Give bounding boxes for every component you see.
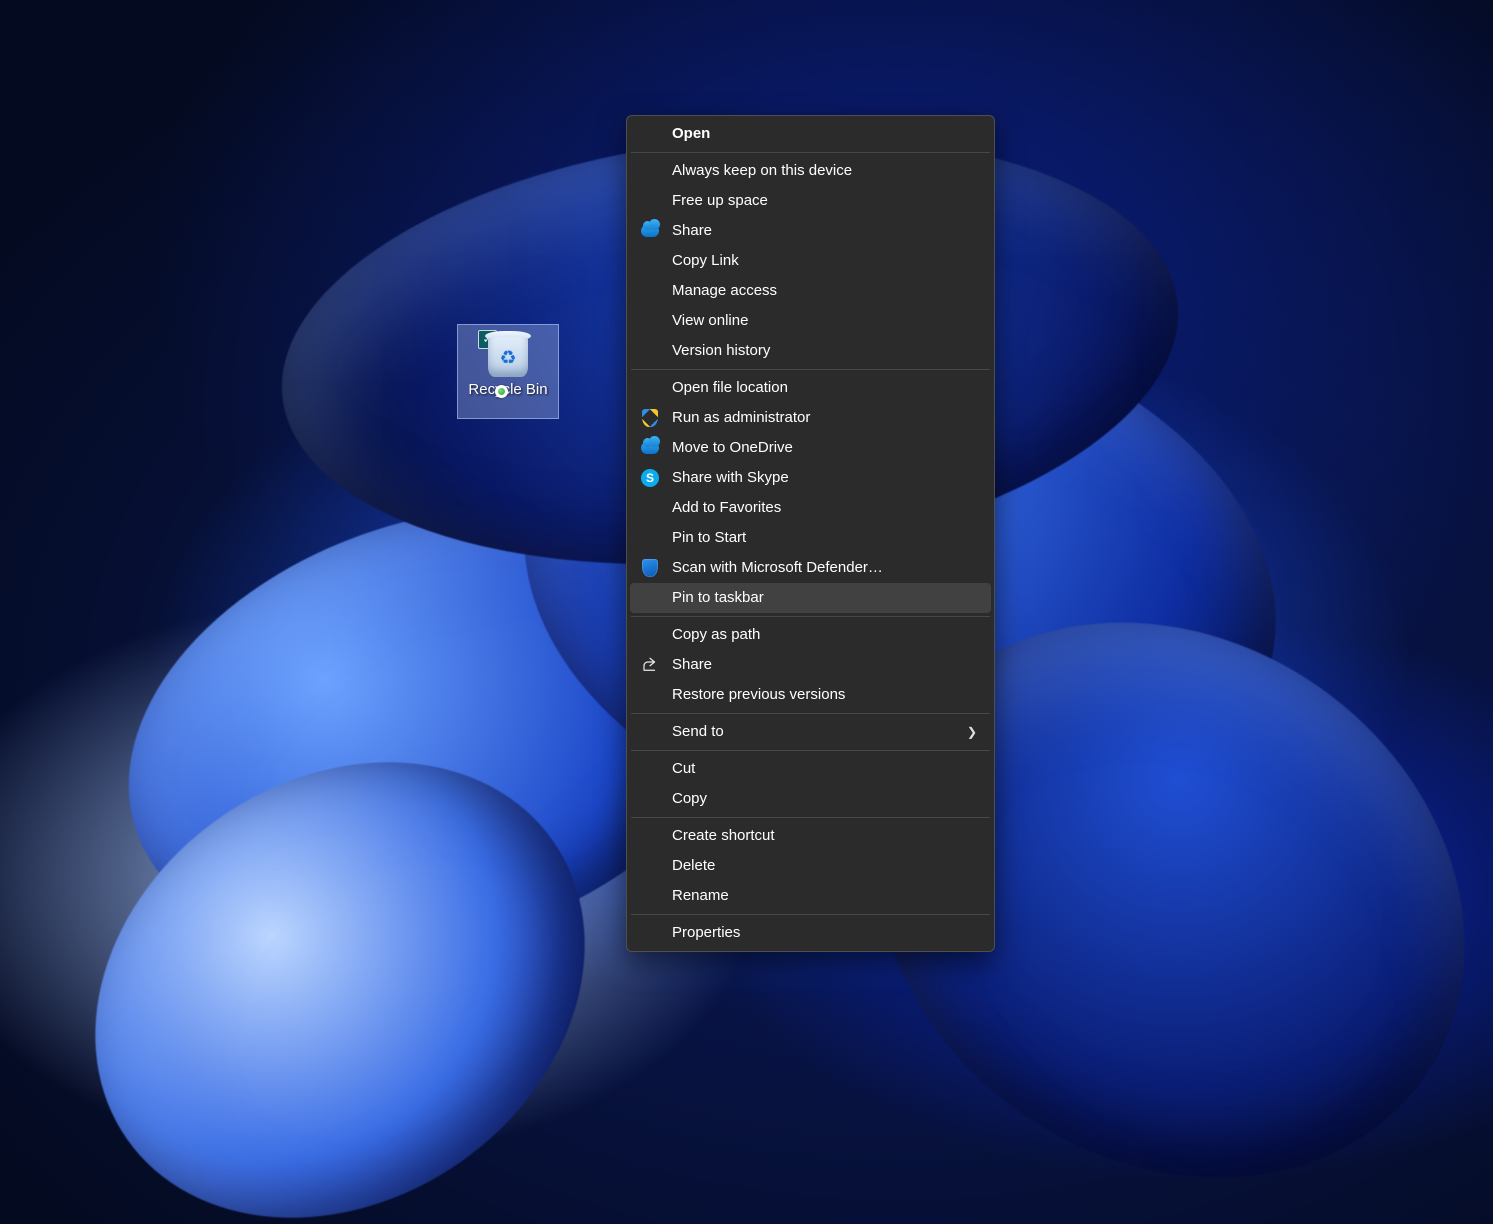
menu-item-label: Copy	[672, 790, 707, 807]
menu-item-create-shortcut[interactable]: Create shortcut	[630, 821, 991, 851]
menu-item-move-to-onedrive[interactable]: Move to OneDrive	[630, 433, 991, 463]
desktop-icon-recycle-bin[interactable]: ✓ ♻ Recycle Bin	[457, 324, 559, 419]
menu-item-label: Run as administrator	[672, 409, 810, 426]
menu-item-onedrive-share[interactable]: Share	[630, 216, 991, 246]
menu-item-label: Free up space	[672, 192, 768, 209]
menu-separator	[631, 152, 990, 153]
menu-item-label: Move to OneDrive	[672, 439, 793, 456]
sync-status-icon	[495, 385, 508, 398]
menu-item-label: Pin to Start	[672, 529, 746, 546]
chevron-right-icon: ❯	[967, 717, 977, 747]
menu-item-label: Create shortcut	[672, 827, 775, 844]
menu-item-label: Always keep on this device	[672, 162, 852, 179]
menu-item-label: Copy Link	[672, 252, 739, 269]
menu-item-label: Cut	[672, 760, 695, 777]
share-icon	[640, 655, 660, 675]
menu-item-version-history[interactable]: Version history	[630, 336, 991, 366]
menu-item-add-to-favorites[interactable]: Add to Favorites	[630, 493, 991, 523]
menu-separator	[631, 817, 990, 818]
menu-item-scan-with-defender[interactable]: Scan with Microsoft Defender…	[630, 553, 991, 583]
menu-item-label: Copy as path	[672, 626, 760, 643]
recycle-bin-icon: ♻	[482, 327, 534, 379]
menu-item-label: Share	[672, 656, 712, 673]
menu-separator	[631, 713, 990, 714]
menu-item-label: Rename	[672, 887, 729, 904]
skype-icon: S	[640, 468, 660, 488]
onedrive-cloud-icon	[640, 438, 660, 458]
onedrive-cloud-icon	[640, 221, 660, 241]
menu-item-label: View online	[672, 312, 748, 329]
defender-shield-icon	[640, 558, 660, 578]
menu-item-label: Delete	[672, 857, 715, 874]
menu-item-label: Restore previous versions	[672, 686, 845, 703]
menu-item-pin-to-taskbar[interactable]: Pin to taskbar	[630, 583, 991, 613]
uac-shield-icon	[640, 408, 660, 428]
menu-item-pin-to-start[interactable]: Pin to Start	[630, 523, 991, 553]
menu-item-label: Add to Favorites	[672, 499, 781, 516]
menu-item-share[interactable]: Share	[630, 650, 991, 680]
menu-item-delete[interactable]: Delete	[630, 851, 991, 881]
menu-item-label: Properties	[672, 924, 740, 941]
menu-item-share-with-skype[interactable]: S Share with Skype	[630, 463, 991, 493]
menu-item-view-online[interactable]: View online	[630, 306, 991, 336]
menu-item-label: Scan with Microsoft Defender…	[672, 559, 883, 576]
menu-item-copy[interactable]: Copy	[630, 784, 991, 814]
menu-separator	[631, 369, 990, 370]
menu-separator	[631, 914, 990, 915]
menu-item-label: Version history	[672, 342, 770, 359]
menu-separator	[631, 750, 990, 751]
menu-item-rename[interactable]: Rename	[630, 881, 991, 911]
menu-item-label: Share with Skype	[672, 469, 789, 486]
menu-item-copy-link[interactable]: Copy Link	[630, 246, 991, 276]
menu-item-manage-access[interactable]: Manage access	[630, 276, 991, 306]
menu-item-copy-as-path[interactable]: Copy as path	[630, 620, 991, 650]
menu-item-cut[interactable]: Cut	[630, 754, 991, 784]
menu-item-send-to[interactable]: Send to ❯	[630, 717, 991, 747]
menu-separator	[631, 616, 990, 617]
menu-item-restore-previous-versions[interactable]: Restore previous versions	[630, 680, 991, 710]
menu-item-open[interactable]: Open	[630, 119, 991, 149]
menu-item-properties[interactable]: Properties	[630, 918, 991, 948]
menu-item-label: Open	[672, 125, 710, 142]
menu-item-open-file-location[interactable]: Open file location	[630, 373, 991, 403]
menu-item-label: Pin to taskbar	[672, 589, 764, 606]
menu-item-run-as-administrator[interactable]: Run as administrator	[630, 403, 991, 433]
desktop-wallpaper[interactable]: ✓ ♻ Recycle Bin Open Always keep on this …	[0, 0, 1493, 1224]
menu-item-label: Manage access	[672, 282, 777, 299]
menu-item-label: Open file location	[672, 379, 788, 396]
menu-item-label: Share	[672, 222, 712, 239]
menu-item-label: Send to	[672, 723, 724, 740]
menu-item-free-up-space[interactable]: Free up space	[630, 186, 991, 216]
desktop-icon-label: Recycle Bin	[458, 381, 558, 399]
context-menu: Open Always keep on this device Free up sp…	[626, 115, 995, 952]
menu-item-always-keep-on-device[interactable]: Always keep on this device	[630, 156, 991, 186]
